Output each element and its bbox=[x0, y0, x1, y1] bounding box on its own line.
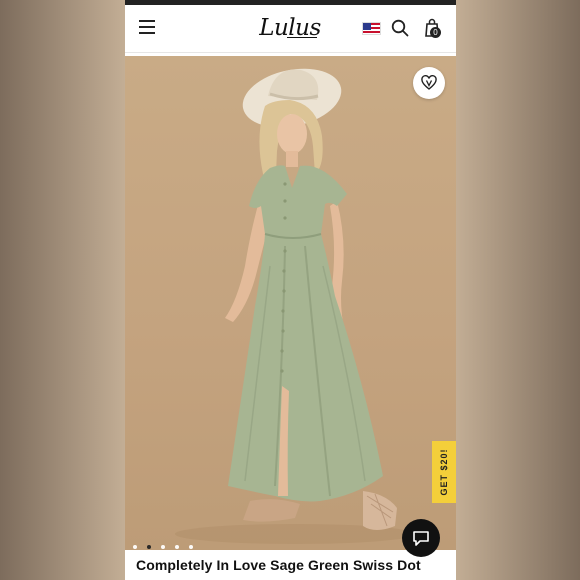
carousel-dot[interactable] bbox=[133, 545, 137, 549]
logo-underline bbox=[287, 37, 317, 38]
phone-screen: Lulus 0 GET $20! Completely In Love Sage… bbox=[125, 0, 456, 580]
carousel-dots bbox=[133, 536, 203, 549]
carousel-dot-active[interactable] bbox=[147, 545, 151, 549]
brand-logo[interactable]: Lulus bbox=[255, 14, 325, 44]
promo-tab-label: GET $20! bbox=[439, 448, 449, 496]
product-title: Completely In Love Sage Green Swiss Dot bbox=[136, 557, 421, 573]
carousel-dot[interactable] bbox=[161, 545, 165, 549]
cart-count-badge: 0 bbox=[430, 27, 441, 38]
us-flag-icon[interactable] bbox=[362, 22, 381, 35]
product-image-carousel[interactable]: GET $20! bbox=[125, 56, 456, 550]
product-title-bar: Completely In Love Sage Green Swiss Dot bbox=[125, 550, 456, 580]
carousel-dot[interactable] bbox=[189, 545, 193, 549]
favorite-button[interactable] bbox=[413, 67, 445, 99]
carousel-dot[interactable] bbox=[175, 545, 179, 549]
menu-icon[interactable] bbox=[139, 20, 155, 34]
heart-v-icon bbox=[421, 75, 437, 90]
chat-button[interactable] bbox=[402, 519, 440, 557]
search-icon[interactable] bbox=[391, 19, 409, 37]
chat-bubble-icon bbox=[413, 531, 429, 546]
promo-tab[interactable]: GET $20! bbox=[432, 441, 456, 503]
product-photo bbox=[175, 68, 415, 544]
site-header: Lulus 0 bbox=[125, 5, 456, 53]
